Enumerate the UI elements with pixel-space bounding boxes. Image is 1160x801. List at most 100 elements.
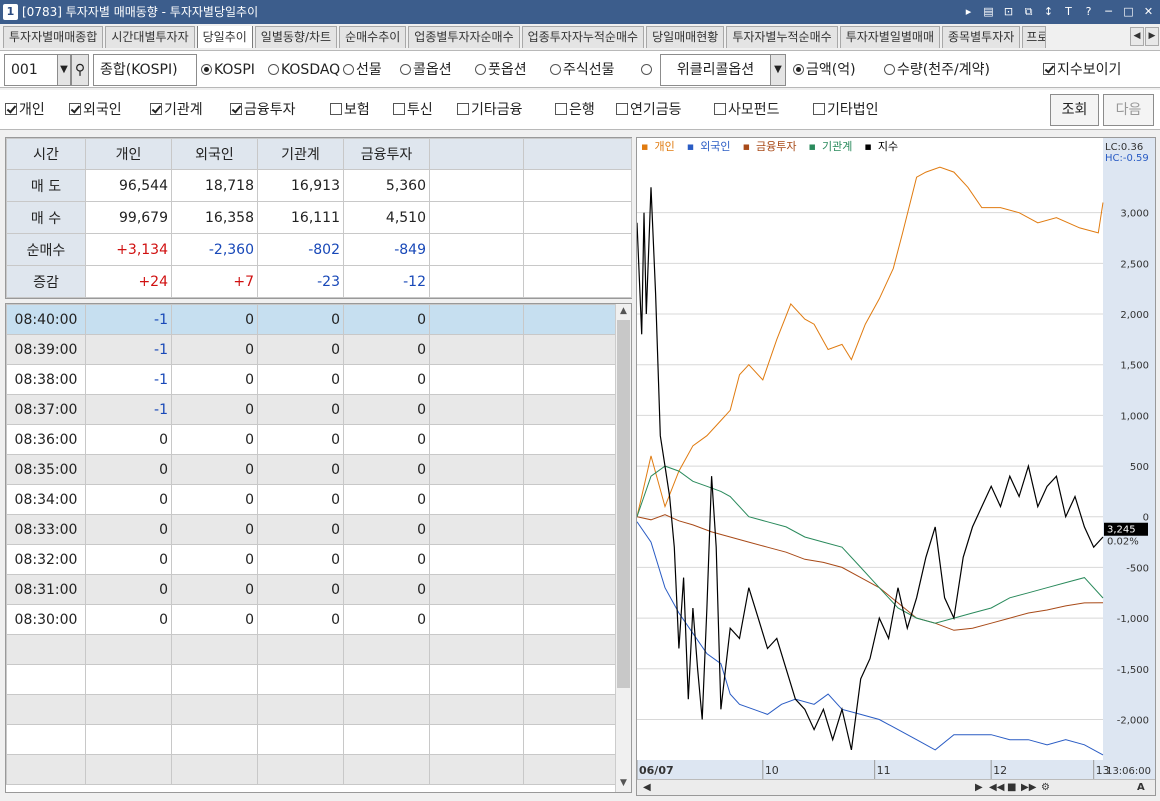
tab-prev-icon[interactable]: ◀ — [1130, 27, 1144, 46]
legend-marker-icon: ▪ — [641, 140, 649, 153]
tab-11[interactable]: 프로 — [1022, 26, 1047, 48]
vertical-scrollbar[interactable]: ▲ ▼ — [615, 304, 631, 792]
value-cell — [429, 604, 524, 635]
scroll-down-icon[interactable]: ▼ — [616, 776, 631, 791]
unit-radio-0[interactable]: 금액(억) — [793, 60, 856, 80]
tab-3[interactable]: 일별동향/차트 — [254, 26, 338, 48]
chart-horizontal-scrollbar[interactable]: ◀ ▶ ◀◀ ■ ▶▶ ⚙ A — [637, 779, 1155, 795]
window-button-4-icon[interactable]: ↕ — [1041, 4, 1056, 20]
y-tick-label: -1,500 — [1117, 665, 1149, 676]
tab-8[interactable]: 투자자별누적순매수 — [726, 26, 838, 48]
forward-icon[interactable]: ▶▶ — [1021, 781, 1036, 794]
window-button-5-icon[interactable]: T — [1061, 4, 1076, 20]
investor-checkbox-6[interactable]: 기타금융 — [457, 100, 523, 120]
table-row[interactable]: 08:35:00 0 0 0 0 — [6, 454, 617, 485]
empty-cell — [85, 664, 172, 695]
table-row[interactable]: 08:31:00 0 0 0 0 — [6, 574, 617, 605]
tab-next-icon[interactable]: ▶ — [1145, 27, 1159, 46]
search-icon[interactable]: ⚲ — [71, 54, 89, 86]
query-button[interactable]: 조회 — [1050, 94, 1099, 126]
show-index-checkbox[interactable]: 지수보이기 — [1043, 60, 1121, 80]
window-button-9-icon[interactable]: ✕ — [1141, 4, 1156, 20]
investor-checkbox-2[interactable]: 기관계 — [150, 100, 203, 120]
scroll-thumb[interactable] — [617, 320, 630, 688]
table-row[interactable]: 08:37:00 -1 0 0 0 — [6, 394, 617, 425]
table-row[interactable]: 08:40:00 -1 0 0 0 — [6, 304, 617, 335]
market-radio-label: KOSDAQ — [281, 62, 341, 78]
tab-9[interactable]: 투자자별일별매매 — [839, 26, 941, 48]
scroll-up-icon[interactable]: ▲ — [616, 304, 631, 319]
rewind-icon[interactable]: ◀◀ — [989, 781, 1004, 794]
tab-4[interactable]: 순매수추이 — [339, 26, 407, 48]
tab-2[interactable]: 당일추이 — [196, 26, 253, 48]
chart-tools-icon[interactable]: ⚙ — [1041, 781, 1050, 794]
investor-checkbox-1[interactable]: 외국인 — [69, 100, 122, 120]
market-radio-2[interactable]: 선물 — [343, 60, 382, 80]
summary-table: 시간 개인 외국인 기관계 금융투자 매 도 96,544 18,718 16,913 5,36… — [5, 137, 632, 299]
table-row[interactable]: 08:33:00 0 0 0 0 — [6, 514, 617, 545]
font-size-icon[interactable]: A — [1137, 781, 1145, 794]
tab-7[interactable]: 당일매매현황 — [646, 26, 725, 48]
checkbox-icon — [616, 103, 628, 115]
weekly-dropdown-icon[interactable]: ▼ — [770, 54, 786, 86]
unit-radio-1[interactable]: 수량(천주/계약) — [884, 60, 990, 80]
market-radio-4[interactable]: 풋옵션 — [475, 60, 527, 80]
market-radio-3[interactable]: 콜옵션 — [400, 60, 452, 80]
investor-checkbox-3[interactable]: 금융투자 — [230, 100, 296, 120]
table-row[interactable]: 08:30:00 0 0 0 0 — [6, 604, 617, 635]
y-tick-label: 1,500 — [1120, 361, 1149, 372]
time-cell: 08:34:00 — [6, 484, 86, 515]
empty-cell — [171, 694, 258, 725]
table-row[interactable] — [6, 754, 617, 785]
investor-checkbox-5[interactable]: 투신 — [393, 100, 433, 120]
table-row[interactable]: 08:34:00 0 0 0 0 — [6, 484, 617, 515]
window-button-8-icon[interactable]: □ — [1121, 4, 1136, 20]
code-dropdown-icon[interactable]: ▼ — [57, 54, 71, 86]
table-row[interactable] — [6, 634, 617, 665]
market-radio-0[interactable]: KOSPI — [201, 60, 255, 80]
y-tick-label: 1,000 — [1120, 411, 1149, 422]
tab-10[interactable]: 종목별투자자 — [942, 26, 1021, 48]
table-row[interactable]: 08:36:00 0 0 0 0 — [6, 424, 617, 455]
tab-5[interactable]: 업종별투자자순매수 — [408, 26, 520, 48]
next-button[interactable]: 다음 — [1103, 94, 1154, 126]
empty-cell — [429, 694, 524, 725]
market-radio-5[interactable]: 주식선물 — [550, 60, 615, 80]
code-input[interactable]: 001 — [4, 54, 58, 86]
table-row[interactable] — [6, 694, 617, 725]
scroll-right-icon[interactable]: ▶ — [975, 781, 983, 794]
window-button-1-icon[interactable]: ▤ — [981, 4, 996, 20]
scroll-left-icon[interactable]: ◀ — [643, 781, 651, 794]
empty-cell — [257, 754, 344, 785]
investor-checkbox-10[interactable]: 기타법인 — [813, 100, 879, 120]
window-button-7-icon[interactable]: ─ — [1101, 4, 1116, 20]
window-button-3-icon[interactable]: ⧉ — [1021, 4, 1036, 20]
summary-row-label: 증감 — [6, 265, 86, 298]
investor-checkbox-7[interactable]: 은행 — [555, 100, 595, 120]
tab-1[interactable]: 시간대별투자자 — [105, 26, 195, 48]
window-button-0-icon[interactable]: ▸ — [961, 4, 976, 20]
table-row[interactable]: 08:32:00 0 0 0 0 — [6, 544, 617, 575]
table-row[interactable] — [6, 724, 617, 755]
investor-checkbox-8[interactable]: 연기금등 — [616, 100, 682, 120]
summary-row-label: 순매수 — [6, 233, 86, 266]
investor-checkbox-4[interactable]: 보험 — [330, 100, 370, 120]
stop-icon[interactable]: ■ — [1007, 781, 1016, 794]
tab-0[interactable]: 투자자별매매종합 — [3, 26, 104, 48]
market-radio-1[interactable]: KOSDAQ — [268, 60, 340, 80]
window-button-6-icon[interactable]: ? — [1081, 4, 1096, 20]
table-row[interactable]: 08:38:00 -1 0 0 0 — [6, 364, 617, 395]
radio-icon — [268, 64, 279, 75]
value-cell — [523, 454, 617, 485]
value-cell: 0 — [85, 574, 172, 605]
weekly-option-select[interactable]: 위클리콜옵션 — [660, 54, 771, 86]
empty-cell — [85, 754, 172, 785]
investor-checkbox-0[interactable]: 개인 — [5, 100, 45, 120]
tab-6[interactable]: 업종투자자누적순매수 — [521, 26, 645, 48]
investor-checkbox-9[interactable]: 사모펀드 — [714, 100, 780, 120]
market-radio-6[interactable] — [641, 60, 654, 80]
table-row[interactable] — [6, 664, 617, 695]
table-row[interactable]: 08:39:00 -1 0 0 0 — [6, 334, 617, 365]
empty-cell — [429, 724, 524, 755]
window-button-2-icon[interactable]: ⊡ — [1001, 4, 1016, 20]
